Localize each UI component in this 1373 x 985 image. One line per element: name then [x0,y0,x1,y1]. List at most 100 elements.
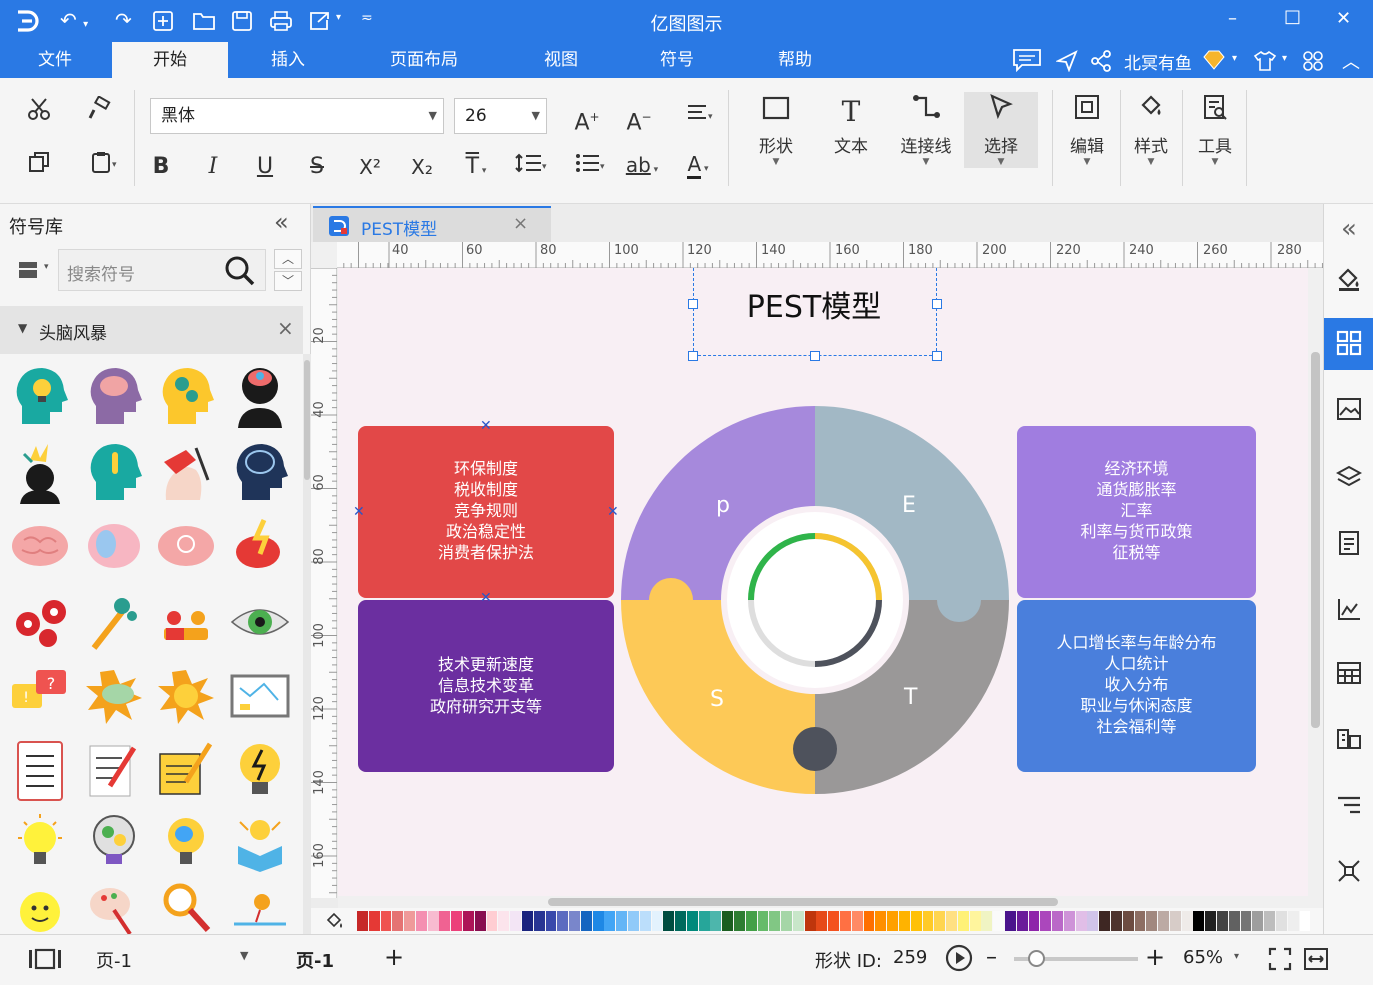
paint-palette-symbol[interactable] [84,880,144,940]
menu-help[interactable]: 帮助 [750,42,840,78]
color-swatch[interactable] [863,911,875,931]
document-tab[interactable]: PEST模型 × [313,206,551,242]
color-swatch[interactable] [722,911,734,931]
fullscreen-icon[interactable] [1268,947,1292,976]
selection-handle[interactable] [932,351,942,361]
menu-file[interactable]: 文件 [10,42,100,78]
selection-handle[interactable] [810,351,820,361]
decrease-font-icon[interactable]: A− [624,102,654,135]
category-close-icon[interactable]: × [277,316,294,340]
color-swatch[interactable] [710,911,722,931]
scroll-down-icon[interactable]: ﹀ [274,271,302,291]
color-swatch[interactable] [840,911,851,931]
select-button[interactable]: 选择 ▼ [964,92,1038,168]
color-swatch[interactable] [875,911,887,931]
team-discussion-symbol[interactable] [156,592,216,652]
collapse-ribbon-icon[interactable]: ︿ [1342,48,1360,74]
color-palette[interactable] [311,908,1323,934]
color-swatch[interactable] [969,911,981,931]
color-swatch[interactable] [1264,911,1276,931]
horizontal-scrollbar[interactable] [338,896,1323,908]
selection-handle[interactable] [688,299,698,309]
comment-icon[interactable] [1012,48,1042,76]
color-swatch[interactable] [686,911,698,931]
color-swatch[interactable] [1111,911,1122,931]
color-swatch[interactable] [769,911,781,931]
whiteboard-symbol[interactable] [230,666,290,726]
highlight-button[interactable]: ab ▾ [620,150,664,180]
head-idea-sketch-symbol[interactable] [156,440,216,500]
connector-button[interactable]: 连接线 ▼ [893,92,959,168]
color-swatch[interactable] [545,911,557,931]
strikethrough-button[interactable]: S [302,152,332,182]
bold-button[interactable]: B [146,152,176,182]
color-swatch[interactable] [1004,911,1016,931]
fill-bucket-icon[interactable] [325,912,345,934]
brain-colorful-symbol[interactable] [84,516,144,576]
color-swatch[interactable] [781,911,793,931]
layers-icon[interactable] [1324,452,1373,502]
align-icon[interactable]: ▾ [676,102,720,132]
font-color-button[interactable]: A ▾ [676,150,720,180]
color-swatch[interactable] [439,911,451,931]
color-swatch[interactable] [946,911,957,931]
chart-icon[interactable] [1324,584,1373,634]
color-swatch[interactable] [415,911,427,931]
color-swatch[interactable] [1063,911,1075,931]
maximize-button[interactable]: □ [1284,6,1301,27]
collapse-panel-icon[interactable]: « [274,208,289,236]
paste-icon[interactable]: ▾ [80,150,124,180]
subscript-button[interactable]: X₂ [404,152,440,182]
color-swatch[interactable] [1240,911,1252,931]
org-chart-icon[interactable] [1324,714,1373,764]
color-swatch[interactable] [1275,911,1287,931]
color-swatch[interactable] [404,911,416,931]
vip-diamond-icon[interactable] [1202,49,1226,75]
color-swatch[interactable] [816,911,828,931]
gears-symbol[interactable] [10,592,70,652]
color-swatch[interactable] [804,911,816,931]
lightbulb-rays-symbol[interactable] [10,810,70,870]
color-swatch[interactable] [592,911,604,931]
user-dropdown-icon[interactable]: ▾ [1232,53,1237,64]
idea-box-symbol[interactable] [230,810,290,872]
smiley-bulb-symbol[interactable] [10,880,70,940]
font-size-select[interactable]: 26 ▼ [454,98,547,134]
color-swatch[interactable] [828,911,840,931]
head-silhouette-brain-symbol[interactable] [230,364,290,428]
color-swatch[interactable] [1052,911,1063,931]
color-swatch[interactable] [922,911,934,931]
text-direction-button[interactable]: T ▾ [454,152,498,182]
color-swatch[interactable] [1075,911,1087,931]
close-button[interactable]: ✕ [1336,8,1351,29]
color-swatch[interactable] [1299,911,1311,931]
connection-point-icon[interactable]: ✕ [607,504,619,520]
library-menu-icon[interactable]: ▾ [18,260,54,284]
user-name[interactable]: 北冥有鱼 [1124,49,1192,74]
zoom-out-button[interactable]: – [986,945,997,970]
speech-bubbles-symbol[interactable]: ?! [10,666,70,726]
symbol-grid-icon[interactable] [1324,318,1373,370]
connection-point-icon[interactable]: ✕ [480,418,492,434]
brain-pink-symbol[interactable] [10,516,70,576]
color-swatch[interactable] [357,911,368,931]
color-swatch[interactable] [1028,911,1040,931]
lightbulb-bolt-symbol[interactable] [230,738,290,798]
tab-close-icon[interactable]: × [513,213,528,234]
color-swatch[interactable] [1134,911,1146,931]
minimize-button[interactable]: – [1228,8,1237,29]
font-family-select[interactable]: 黑体 ▼ [150,98,444,134]
wrench-gears-symbol[interactable] [84,592,144,652]
text-button[interactable]: T 文本 [818,92,884,168]
color-swatch[interactable] [898,911,910,931]
style-button[interactable]: 样式 ▼ [1118,92,1184,168]
color-swatch[interactable] [734,911,745,931]
panel-scrollbar[interactable] [303,354,311,934]
menu-page-layout[interactable]: 页面布局 [364,42,484,78]
color-swatch[interactable] [580,911,592,931]
italic-button[interactable]: I [198,152,228,182]
superscript-button[interactable]: X² [352,152,388,182]
zoom-dropdown-icon[interactable]: ▾ [1234,951,1239,962]
search-icon[interactable] [223,254,257,292]
explosion-cloud-symbol[interactable] [84,666,144,726]
